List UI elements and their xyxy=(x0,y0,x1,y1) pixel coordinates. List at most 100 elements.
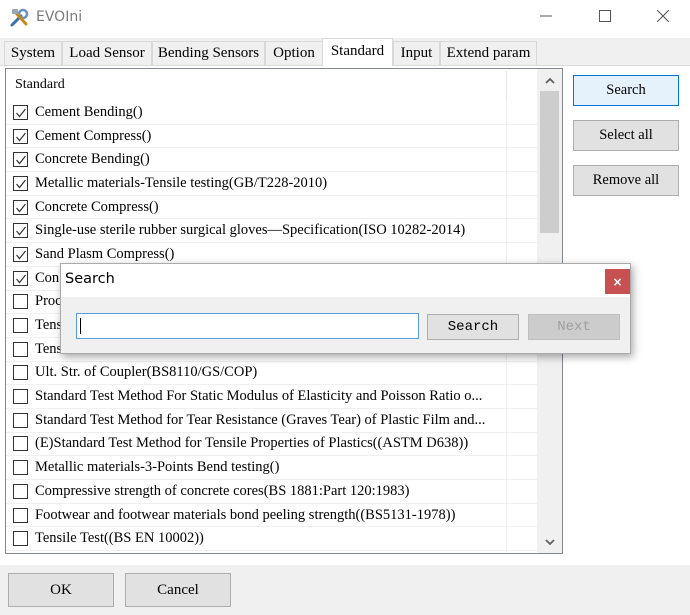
minimize-icon xyxy=(540,9,552,27)
checkmark-icon xyxy=(16,250,26,260)
cancel-button[interactable]: Cancel xyxy=(125,573,231,607)
maximize-button[interactable] xyxy=(582,0,628,36)
checkmark-icon xyxy=(16,132,26,141)
tab-strip: System Load Sensor Bending Sensors Optio… xyxy=(0,38,690,66)
list-item[interactable]: Ult. Str. of Coupler(BS8110/GS/COP) xyxy=(6,362,537,386)
list-item-label: Cement Bending() xyxy=(35,103,143,120)
checkbox-unchecked[interactable] xyxy=(13,341,28,357)
list-item[interactable]: Standard Test Method For Static Modulus … xyxy=(6,385,537,409)
tab-option[interactable]: Option xyxy=(265,41,323,65)
search-dialog-title: Search xyxy=(65,271,115,287)
list-item-label: Sand Plasm Compress() xyxy=(35,245,175,262)
title-bar: EVOIni xyxy=(0,0,690,38)
checkmark-icon xyxy=(16,226,26,236)
list-item-label: Footwear and footwear materials bond pee… xyxy=(35,506,456,523)
list-item[interactable]: Single-use sterile rubber surgical glove… xyxy=(6,219,537,244)
checkmark-icon xyxy=(16,108,26,118)
list-item-label: Compressive strength of concrete cores(B… xyxy=(35,482,410,499)
search-dialog-search-button[interactable]: Search xyxy=(427,314,519,340)
maximize-icon xyxy=(599,9,611,27)
checkbox-unchecked[interactable] xyxy=(13,318,28,334)
list-item-label: (E)Standard Test Method for Tensile Prop… xyxy=(35,435,469,452)
list-item-label: Tens xyxy=(35,317,63,334)
minimize-button[interactable] xyxy=(523,0,569,36)
search-dialog-title-bar[interactable]: Search × xyxy=(61,264,630,297)
checkbox-unchecked[interactable] xyxy=(13,531,28,547)
checkbox-unchecked[interactable] xyxy=(13,294,28,310)
bottom-bar: OK Cancel xyxy=(0,565,690,615)
checkbox-checked[interactable] xyxy=(13,175,28,191)
ok-button[interactable]: OK xyxy=(8,573,114,607)
close-icon: × xyxy=(612,274,623,289)
tab-bending-sensors[interactable]: Bending Sensors xyxy=(152,41,265,65)
checkbox-unchecked[interactable] xyxy=(13,460,28,476)
checkbox-checked[interactable] xyxy=(13,152,28,168)
checkbox-checked[interactable] xyxy=(13,104,28,120)
tools-icon xyxy=(9,8,31,28)
list-item-label: Concrete Bending() xyxy=(35,151,150,168)
chevron-up-icon xyxy=(544,71,555,89)
scroll-down-button[interactable] xyxy=(537,531,562,553)
list-item-label: Concrete Compress() xyxy=(35,198,159,215)
checkbox-unchecked[interactable] xyxy=(13,483,28,499)
checkbox-checked[interactable] xyxy=(13,270,28,286)
checkmark-icon xyxy=(16,155,26,165)
window-title: EVOIni xyxy=(36,9,83,25)
list-item[interactable]: Compressive strength of concrete cores(B… xyxy=(6,480,537,504)
search-dialog-close-button[interactable]: × xyxy=(605,269,630,294)
checkmark-icon xyxy=(16,203,26,213)
text-caret xyxy=(80,318,81,334)
checkmark-icon xyxy=(16,179,26,189)
checkbox-unchecked[interactable] xyxy=(13,412,28,428)
list-item-label: Metallic materials-Tensile testing(GB/T2… xyxy=(35,174,328,191)
list-item-label: Tensile Test((BS EN 10002)) xyxy=(35,530,204,547)
list-item[interactable]: Concrete Compress() xyxy=(6,196,537,220)
list-item[interactable]: Metallic materials-3-Points Bend testing… xyxy=(6,456,537,480)
list-item[interactable]: Cement Bending() xyxy=(6,101,537,125)
search-input[interactable] xyxy=(76,313,419,339)
list-item[interactable]: Tensile Test((BS EN 10002)) xyxy=(6,527,537,552)
tab-input[interactable]: Input xyxy=(393,41,440,65)
tab-extend-param[interactable]: Extend param xyxy=(440,41,537,65)
chevron-down-icon xyxy=(544,533,555,551)
checkbox-checked[interactable] xyxy=(13,223,28,239)
list-item[interactable]: Cement Compress() xyxy=(6,125,537,149)
list-item[interactable]: Footwear and footwear materials bond pee… xyxy=(6,504,537,528)
scroll-thumb[interactable] xyxy=(540,91,559,233)
close-icon xyxy=(656,9,670,27)
search-dialog: Search × Search Next xyxy=(60,263,631,354)
list-item-label: Ult. Str. of Coupler(BS8110/GS/COP) xyxy=(35,364,258,381)
checkmark-icon xyxy=(16,274,26,284)
list-item[interactable]: Concrete Bending() xyxy=(6,148,537,173)
list-item-label: Cement Compress() xyxy=(35,127,152,144)
list-item-label: Proc xyxy=(35,293,62,310)
list-item[interactable]: (E)Standard Test Method for Tensile Prop… xyxy=(6,433,537,457)
list-item-label: Single-use sterile rubber surgical glove… xyxy=(35,222,466,239)
checkbox-unchecked[interactable] xyxy=(13,389,28,405)
checkbox-checked[interactable] xyxy=(13,246,28,262)
list-item-label: Standard Test Method For Static Modulus … xyxy=(35,388,483,405)
remove-all-button[interactable]: Remove all xyxy=(573,165,679,196)
checkbox-unchecked[interactable] xyxy=(13,436,28,452)
checkbox-unchecked[interactable] xyxy=(13,365,28,381)
list-item[interactable]: Standard Test Method for Tear Resistance… xyxy=(6,409,537,433)
tab-standard[interactable]: Standard xyxy=(322,38,393,66)
checkbox-unchecked[interactable] xyxy=(13,507,28,523)
checkbox-checked[interactable] xyxy=(13,199,28,215)
list-item-label: Con xyxy=(35,269,60,286)
list-item-label: Standard Test Method for Tear Resistance… xyxy=(35,411,486,428)
header-separator xyxy=(506,71,507,101)
list-item-label: Tens xyxy=(35,340,63,357)
column-header-label: Standard xyxy=(15,77,65,92)
search-dialog-next-button[interactable]: Next xyxy=(528,314,620,340)
list-item[interactable]: Metallic materials-Tensile testing(GB/T2… xyxy=(6,172,537,196)
tab-load-sensor[interactable]: Load Sensor xyxy=(62,41,152,65)
search-button[interactable]: Search xyxy=(573,75,679,106)
close-button[interactable] xyxy=(640,0,686,36)
list-item-label: Metallic materials-3-Points Bend testing… xyxy=(35,459,280,476)
scroll-up-button[interactable] xyxy=(537,69,562,91)
tab-system[interactable]: System xyxy=(4,41,62,65)
checkbox-checked[interactable] xyxy=(13,128,28,144)
select-all-button[interactable]: Select all xyxy=(573,120,679,151)
column-header-standard[interactable]: Standard xyxy=(6,69,537,101)
